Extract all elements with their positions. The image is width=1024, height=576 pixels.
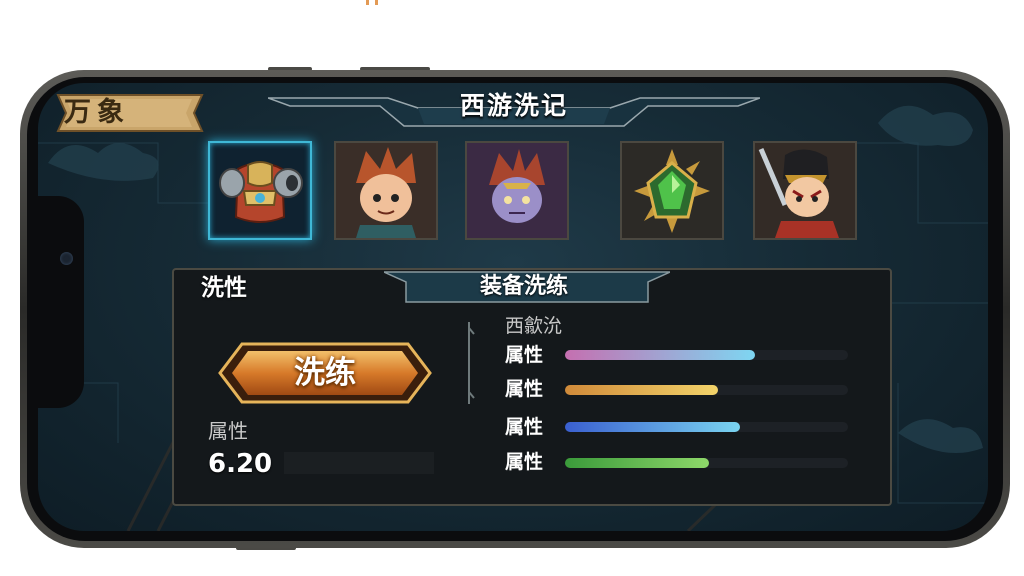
stat-label-2: 属性 <box>505 378 544 400</box>
stat-label-4: 属性 <box>505 451 544 473</box>
stat-bar-3 <box>565 422 848 432</box>
stat-label-3: 属性 <box>505 416 544 438</box>
panel-left-title: 洗性 <box>201 275 247 301</box>
armor-slot[interactable] <box>208 141 312 240</box>
panel-divider <box>468 322 475 404</box>
stat-bar-fill-2 <box>565 385 718 395</box>
warrior-portrait-icon <box>755 143 855 238</box>
attribute-value: 6.20 <box>208 449 273 479</box>
badge-label: 万象 <box>64 97 130 128</box>
attribute-label: 属性 <box>208 419 248 443</box>
stat-bar-fill-3 <box>565 422 741 432</box>
stats-title: 西歙沇 <box>505 315 563 337</box>
hero-portrait-icon <box>336 143 436 238</box>
stat-bar-4 <box>565 458 848 468</box>
phone-notch <box>32 196 84 408</box>
demon-portrait-icon <box>467 143 567 238</box>
stat-bar-2 <box>565 385 848 395</box>
stat-bar-fill-1 <box>565 350 755 360</box>
hero-slot-3[interactable] <box>753 141 857 240</box>
stat-bar-1 <box>565 350 848 360</box>
hero-slot-2[interactable] <box>465 141 569 240</box>
armor-icon <box>219 161 303 223</box>
gem-icon <box>622 143 722 238</box>
attribute-value-bar <box>284 452 434 474</box>
stat-label-1: 属性 <box>505 344 544 366</box>
camera-icon <box>60 252 73 265</box>
page-title: 西游洗记 <box>459 91 568 120</box>
gem-slot[interactable] <box>620 141 724 240</box>
stat-bar-fill-4 <box>565 458 710 468</box>
hero-slot-1[interactable] <box>334 141 438 240</box>
panel-header-title: 装备洗练 <box>479 274 568 299</box>
top-mark <box>366 0 378 5</box>
wash-button[interactable]: 洗练 <box>216 338 434 408</box>
